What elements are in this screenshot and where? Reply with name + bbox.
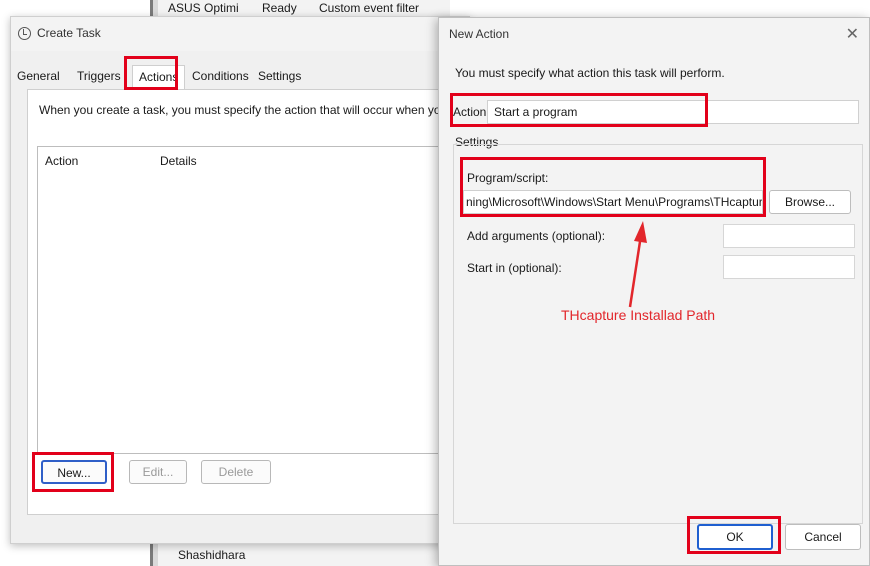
- close-icon[interactable]: ✕: [846, 24, 859, 44]
- background-item-asus: ASUS Optimi: [168, 1, 239, 15]
- column-header-action[interactable]: Action: [45, 154, 78, 168]
- annotation-arrow-shaft: [628, 234, 643, 308]
- tab-conditions[interactable]: Conditions: [192, 69, 249, 83]
- delete-action-button[interactable]: Delete: [201, 460, 271, 484]
- tab-general[interactable]: General: [17, 69, 60, 83]
- background-item-user: Shashidhara: [178, 548, 246, 562]
- background-item-status: Ready: [262, 1, 297, 15]
- start-in-label: Start in (optional):: [467, 261, 562, 275]
- cancel-button[interactable]: Cancel: [785, 524, 861, 550]
- create-task-title: Create Task: [37, 26, 101, 40]
- highlight-new-button: [32, 452, 114, 492]
- annotation-arrow: [628, 221, 647, 308]
- background-bottom-divider: [150, 543, 158, 566]
- start-in-input[interactable]: [723, 255, 855, 279]
- highlight-actions-tab: [124, 56, 178, 90]
- column-header-details[interactable]: Details: [160, 154, 197, 168]
- add-arguments-input[interactable]: [723, 224, 855, 248]
- create-task-titlebar: Create Task: [11, 17, 469, 51]
- edit-action-button[interactable]: Edit...: [129, 460, 187, 484]
- clock-icon: [18, 27, 31, 40]
- actions-description: When you create a task, you must specify…: [39, 103, 452, 117]
- highlight-action-select: [450, 93, 708, 127]
- background-divider: [150, 0, 158, 16]
- add-arguments-label: Add arguments (optional):: [467, 229, 606, 243]
- tab-settings[interactable]: Settings: [258, 69, 301, 83]
- new-action-instruction: You must specify what action this task w…: [455, 66, 725, 80]
- background-item-filter: Custom event filter: [319, 1, 420, 15]
- browse-button[interactable]: Browse...: [769, 190, 851, 214]
- annotation-arrow-head: [634, 221, 647, 243]
- new-action-title: New Action: [449, 27, 510, 41]
- highlight-ok-button: [687, 516, 781, 554]
- tab-triggers[interactable]: Triggers: [77, 69, 121, 83]
- highlight-program-script: [460, 157, 766, 217]
- actions-list[interactable]: [37, 146, 457, 454]
